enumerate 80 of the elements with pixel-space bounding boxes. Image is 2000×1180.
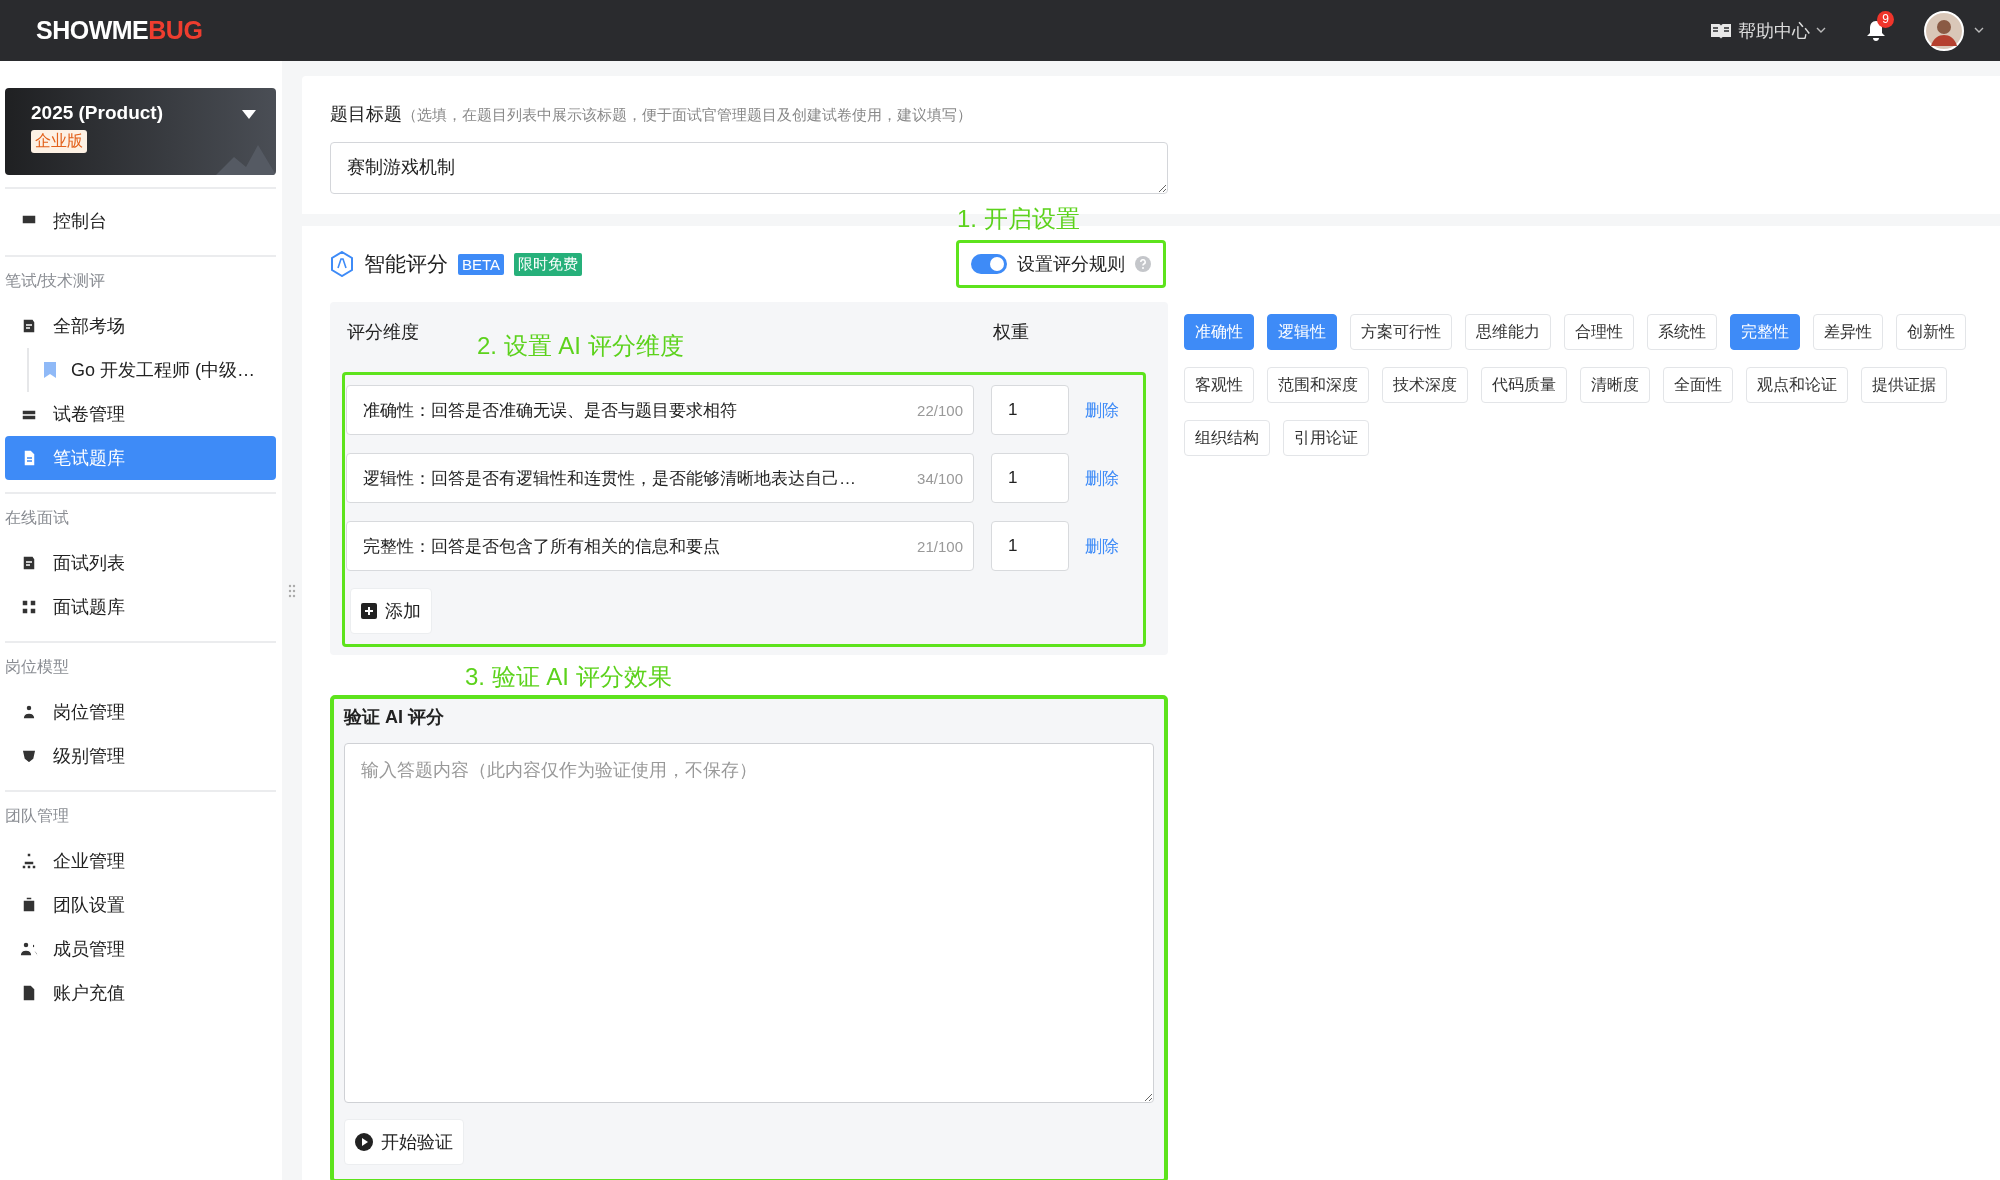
menu-icon: [19, 939, 39, 959]
annotation-text: 2. 设置 AI 评分维度: [477, 331, 684, 361]
dimension-tag[interactable]: 合理性: [1564, 314, 1634, 350]
nav-item[interactable]: 控制台: [5, 199, 276, 243]
dimension-field[interactable]: 逻辑性：回答是否有逻辑性和连贯性，是否能够清晰地表达自己… 34/100: [346, 453, 974, 503]
plus-square-icon: [361, 603, 377, 619]
dimension-tag[interactable]: 清晰度: [1580, 367, 1650, 403]
weight-field[interactable]: 1: [991, 385, 1069, 435]
field-value: 完整性：回答是否包含了所有相关的信息和要点: [363, 535, 720, 558]
title-field[interactable]: 赛制游戏机制: [330, 142, 1168, 194]
toggle-label: 设置评分规则: [1017, 253, 1125, 276]
play-icon: [355, 1133, 373, 1151]
dimension-tag[interactable]: 范围和深度: [1267, 367, 1369, 403]
dimension-tag[interactable]: 观点和论证: [1746, 367, 1848, 403]
feature-badge: 限时免费: [514, 252, 583, 276]
nav-item[interactable]: 试卷管理: [5, 392, 276, 436]
dimension-tag[interactable]: 差异性: [1813, 314, 1883, 350]
toggle-switch[interactable]: [971, 254, 1007, 274]
avatar[interactable]: [1924, 10, 1964, 51]
nav-item[interactable]: 面试题库: [5, 585, 276, 629]
dimension-tag[interactable]: 思维能力: [1465, 314, 1551, 350]
nav-item[interactable]: 成员管理: [5, 927, 276, 971]
field-value: 准确性：回答是否准确无误、是否与题目要求相符: [363, 399, 737, 422]
weight-field[interactable]: 1: [991, 453, 1069, 503]
nav-item[interactable]: 企业管理: [5, 839, 276, 883]
ai-hexagon-icon: [330, 251, 354, 277]
nav-item[interactable]: 账户充值: [5, 971, 276, 1015]
edition-tag: 企业版: [31, 130, 87, 153]
help-center-menu[interactable]: 帮助中心: [1710, 18, 1826, 43]
dimension-tag[interactable]: 系统性: [1647, 314, 1717, 350]
workspace-name: 2025 (Product): [31, 102, 163, 124]
caret-icon: [242, 110, 256, 119]
group-heading: 团队管理: [5, 806, 70, 826]
feature-badge: BETA: [458, 253, 505, 275]
column-header: 权重: [993, 321, 1029, 344]
answer-field[interactable]: 输入答题内容（此内容仅作为验证使用，不保存）: [344, 743, 1154, 1103]
dimension-tag[interactable]: 引用论证: [1283, 420, 1369, 456]
weight-field[interactable]: 1: [991, 521, 1069, 571]
annotation-text: 1. 开启设置: [957, 204, 1080, 234]
field-value: 逻辑性：回答是否有逻辑性和连贯性，是否能够清晰地表达自己…: [363, 467, 856, 490]
add-button[interactable]: 添加: [350, 588, 432, 634]
dimension-tag[interactable]: 创新性: [1896, 314, 1966, 350]
nav-item[interactable]: 全部考场: [5, 304, 276, 348]
nav-item[interactable]: Go 开发工程师 (中级…: [29, 348, 276, 392]
workspace-switcher[interactable]: 2025 (Product) 企业版: [5, 88, 276, 175]
menu-icon: [19, 597, 39, 617]
dimension-tag[interactable]: 技术深度: [1382, 367, 1468, 403]
nav-item[interactable]: 级别管理: [5, 734, 276, 778]
dimension-tag[interactable]: 组织结构: [1184, 420, 1270, 456]
dimension-tag[interactable]: 提供证据: [1861, 367, 1947, 403]
nav-item[interactable]: 团队设置: [5, 883, 276, 927]
chevron-down-icon: [1816, 27, 1826, 34]
nav-item[interactable]: 岗位管理: [5, 690, 276, 734]
notification-count: 9: [1877, 10, 1894, 28]
group-heading: 笔试/技术测评: [5, 271, 107, 291]
dimension-tag[interactable]: 全面性: [1663, 367, 1733, 403]
char-count: 34/100: [917, 469, 963, 487]
dimension-tag[interactable]: 代码质量: [1481, 367, 1567, 403]
dimension-tag[interactable]: 方案可行性: [1350, 314, 1452, 350]
dimension-field[interactable]: 准确性：回答是否准确无误、是否与题目要求相符 22/100: [346, 385, 974, 435]
nav-item[interactable]: 面试列表: [5, 541, 276, 585]
char-count: 21/100: [917, 537, 963, 555]
dimension-tag[interactable]: 客观性: [1184, 367, 1254, 403]
menu-icon: [19, 851, 39, 871]
dimension-field[interactable]: 完整性：回答是否包含了所有相关的信息和要点 21/100: [346, 521, 974, 571]
book-icon: [1710, 21, 1732, 40]
panel-title: 验证 AI 评分: [344, 706, 445, 729]
column-header: 评分维度: [347, 321, 419, 344]
section-title: 智能评分: [364, 251, 448, 277]
logo[interactable]: SHOWMEBUG: [36, 16, 203, 45]
chevron-down-icon[interactable]: [1974, 27, 1984, 34]
start-verify-button[interactable]: 开始验证: [344, 1119, 464, 1165]
drag-handle-icon[interactable]: [288, 583, 296, 598]
annotation-text: 3. 验证 AI 评分效果: [465, 662, 672, 692]
field-label: 题目标题: [330, 103, 402, 126]
bookmark-icon: [43, 361, 57, 379]
group-heading: 在线面试: [5, 508, 70, 528]
field-hint: （选填，在题目列表中展示该标题，便于面试官管理题目及创建试卷使用，建议填写）: [402, 106, 972, 125]
group-heading: 岗位模型: [5, 657, 70, 677]
char-count: 22/100: [917, 401, 963, 419]
